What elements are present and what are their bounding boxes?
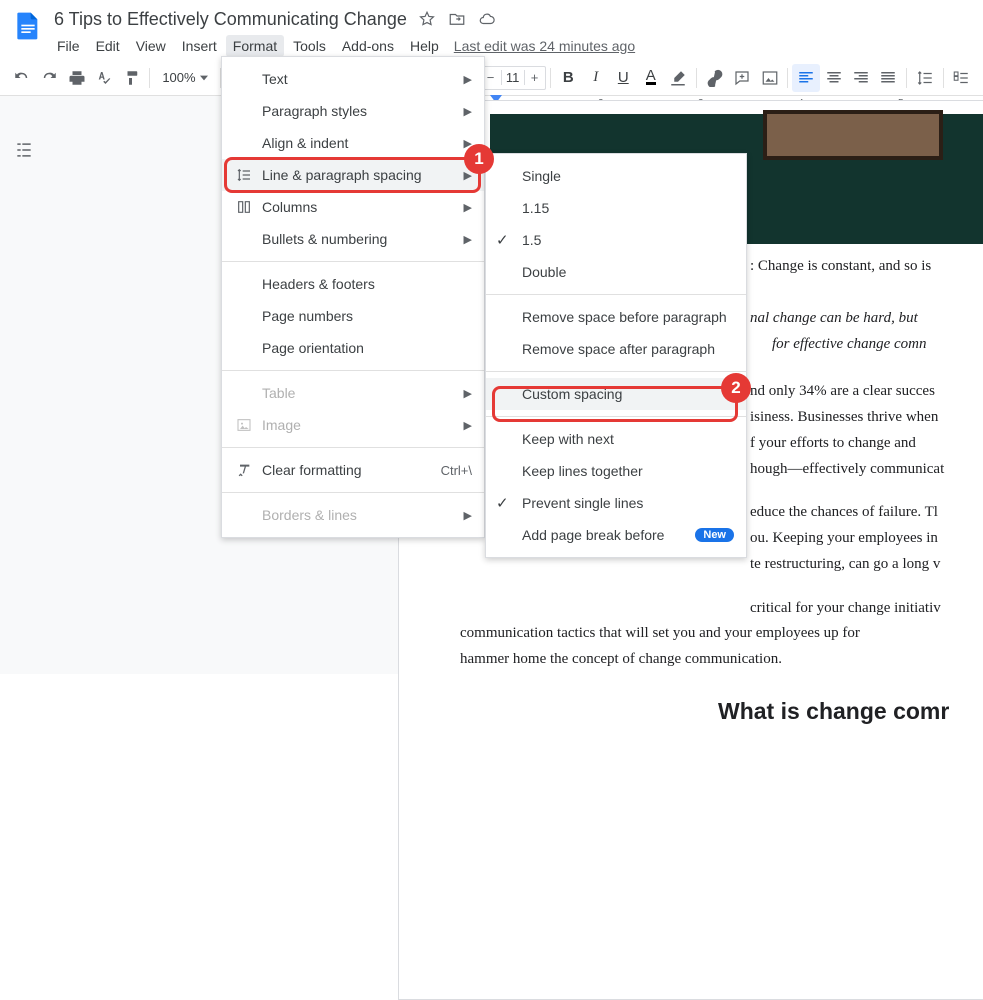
menu-addons[interactable]: Add-ons	[335, 35, 401, 57]
menu-insert[interactable]: Insert	[175, 35, 224, 57]
font-size-increase[interactable]: +	[525, 70, 545, 85]
add-comment-icon[interactable]	[728, 64, 755, 92]
remove-space-after[interactable]: Remove space after paragraph	[486, 333, 746, 365]
titlebar: 6 Tips to Effectively Communicating Chan…	[0, 0, 983, 60]
body-line: educe the chances of failure. Tl	[750, 502, 983, 524]
move-icon[interactable]	[447, 9, 467, 29]
undo-icon[interactable]	[8, 64, 35, 92]
custom-spacing[interactable]: Custom spacing	[486, 378, 746, 410]
menu-item-image: Image▶	[222, 409, 484, 441]
menu-item-columns[interactable]: Columns▶	[222, 191, 484, 223]
chevron-right-icon: ▶	[464, 73, 472, 86]
checklist-icon[interactable]	[948, 64, 975, 92]
chevron-right-icon: ▶	[464, 387, 472, 400]
zoom-value: 100%	[162, 70, 195, 85]
keyboard-shortcut: Ctrl+\	[441, 463, 472, 478]
chevron-right-icon: ▶	[464, 233, 472, 246]
body-line: ou. Keeping your employees in	[750, 528, 983, 550]
chevron-right-icon: ▶	[464, 105, 472, 118]
spacing-double[interactable]: Double	[486, 256, 746, 288]
star-icon[interactable]	[417, 9, 437, 29]
line-spacing-submenu: Single 1.15 ✓1.5 Double Remove space bef…	[485, 153, 747, 558]
body-line: nal change can be hard, but	[750, 308, 983, 330]
menu-item-line-spacing[interactable]: Line & paragraph spacing▶	[222, 159, 484, 191]
font-size-stepper[interactable]: − 11 +	[480, 66, 546, 90]
spellcheck-icon[interactable]	[90, 64, 117, 92]
menu-file[interactable]: File	[50, 35, 87, 57]
heading: What is change comr	[718, 695, 983, 728]
menu-item-page-numbers[interactable]: Page numbers	[222, 300, 484, 332]
outline-icon[interactable]	[10, 136, 38, 164]
align-center-icon[interactable]	[820, 64, 847, 92]
chevron-right-icon: ▶	[464, 201, 472, 214]
insert-image-icon[interactable]	[756, 64, 783, 92]
menu-item-table: Table▶	[222, 377, 484, 409]
format-menu: Text▶ Paragraph styles▶ Align & indent▶ …	[221, 56, 485, 538]
menu-help[interactable]: Help	[403, 35, 446, 57]
italic-icon[interactable]: I	[582, 64, 609, 92]
body-line: communication tactics that will set you …	[460, 623, 983, 645]
last-edit-link[interactable]: Last edit was 24 minutes ago	[454, 38, 635, 54]
body-line: for effective change comn	[772, 334, 983, 356]
underline-icon[interactable]: U	[610, 64, 637, 92]
add-page-break-before[interactable]: Add page break beforeNew	[486, 519, 746, 551]
doc-title[interactable]: 6 Tips to Effectively Communicating Chan…	[54, 9, 407, 30]
image-icon	[234, 415, 254, 435]
keep-lines-together[interactable]: Keep lines together	[486, 455, 746, 487]
menu-view[interactable]: View	[129, 35, 173, 57]
insert-link-icon[interactable]	[701, 64, 728, 92]
cloud-status-icon[interactable]	[477, 9, 497, 29]
check-icon: ✓	[496, 494, 509, 512]
toolbar: 100% − 11 + B I U A	[0, 60, 983, 96]
body-line: te restructuring, can go a long v	[750, 554, 983, 576]
spacing-single[interactable]: Single	[486, 160, 746, 192]
body-line: nd only 34% are a clear succes	[750, 381, 983, 403]
menu-item-align-indent[interactable]: Align & indent▶	[222, 127, 484, 159]
bold-icon[interactable]: B	[555, 64, 582, 92]
paint-format-icon[interactable]	[118, 64, 145, 92]
menu-tools[interactable]: Tools	[286, 35, 333, 57]
print-icon[interactable]	[63, 64, 90, 92]
columns-icon	[234, 197, 254, 217]
chevron-right-icon: ▶	[464, 169, 472, 182]
menu-item-clear-formatting[interactable]: Clear formatting Ctrl+\	[222, 454, 484, 486]
spacing-1-15[interactable]: 1.15	[486, 192, 746, 224]
align-right-icon[interactable]	[847, 64, 874, 92]
body-line: hammer home the concept of change commun…	[460, 649, 983, 671]
prevent-single-lines[interactable]: ✓Prevent single lines	[486, 487, 746, 519]
menu-item-paragraph-styles[interactable]: Paragraph styles▶	[222, 95, 484, 127]
body-line: hough—effectively communicat	[750, 459, 983, 481]
menu-format[interactable]: Format	[226, 35, 284, 57]
menu-item-page-orientation[interactable]: Page orientation	[222, 332, 484, 364]
chevron-right-icon: ▶	[464, 419, 472, 432]
body-line: critical for your change initiativ	[750, 598, 983, 620]
align-justify-icon[interactable]	[875, 64, 902, 92]
menu-edit[interactable]: Edit	[89, 35, 127, 57]
chevron-right-icon: ▶	[464, 509, 472, 522]
body-line: : Change is constant, and so is	[750, 256, 983, 278]
line-spacing-icon[interactable]	[911, 64, 938, 92]
text-color-icon[interactable]: A	[637, 64, 664, 92]
new-badge: New	[695, 528, 734, 542]
menu-item-headers-footers[interactable]: Headers & footers	[222, 268, 484, 300]
keep-with-next[interactable]: Keep with next	[486, 423, 746, 455]
menu-item-text[interactable]: Text▶	[222, 63, 484, 95]
highlight-color-icon[interactable]	[664, 64, 691, 92]
body-line: isiness. Businesses thrive when	[750, 407, 983, 429]
docs-logo-icon[interactable]	[8, 6, 48, 46]
zoom-select[interactable]: 100%	[154, 70, 215, 85]
menu-item-bullets[interactable]: Bullets & numbering▶	[222, 223, 484, 255]
align-left-icon[interactable]	[792, 64, 819, 92]
line-spacing-icon	[234, 165, 254, 185]
font-size-value[interactable]: 11	[501, 70, 525, 85]
clear-format-icon	[234, 460, 254, 480]
chevron-right-icon: ▶	[464, 137, 472, 150]
remove-space-before[interactable]: Remove space before paragraph	[486, 301, 746, 333]
menu-item-borders-lines: Borders & lines▶	[222, 499, 484, 531]
check-icon: ✓	[496, 231, 509, 249]
menubar: File Edit View Insert Format Tools Add-o…	[50, 34, 975, 58]
spacing-1-5[interactable]: ✓1.5	[486, 224, 746, 256]
redo-icon[interactable]	[35, 64, 62, 92]
body-line: f your efforts to change and	[750, 433, 983, 455]
